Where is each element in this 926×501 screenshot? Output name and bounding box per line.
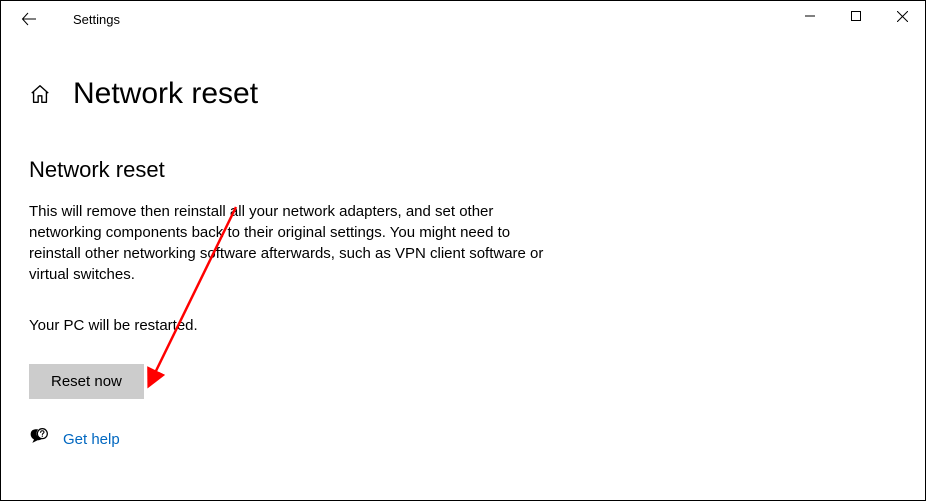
close-icon: [897, 11, 908, 22]
description-text: This will remove then reinstall all your…: [29, 201, 559, 285]
app-title: Settings: [73, 12, 120, 27]
maximize-button[interactable]: [833, 1, 879, 31]
close-button[interactable]: [879, 1, 925, 31]
home-icon: [29, 83, 51, 105]
reset-now-button[interactable]: Reset now: [29, 364, 144, 399]
get-help-link[interactable]: Get help: [63, 431, 120, 448]
minimize-button[interactable]: [787, 1, 833, 31]
window-controls: [787, 1, 925, 31]
help-row: Get help: [29, 427, 925, 452]
page-title: Network reset: [73, 77, 258, 111]
help-icon: [29, 427, 49, 452]
titlebar: Settings: [1, 1, 925, 37]
restart-note: Your PC will be restarted.: [29, 317, 925, 334]
maximize-icon: [851, 11, 861, 21]
section-heading: Network reset: [29, 157, 925, 183]
minimize-icon: [805, 11, 815, 21]
home-button[interactable]: [29, 83, 51, 110]
page-header: Network reset: [29, 77, 925, 111]
main-content: Network reset Network reset This will re…: [1, 37, 925, 452]
back-button[interactable]: [19, 9, 39, 29]
back-arrow-icon: [21, 11, 37, 27]
